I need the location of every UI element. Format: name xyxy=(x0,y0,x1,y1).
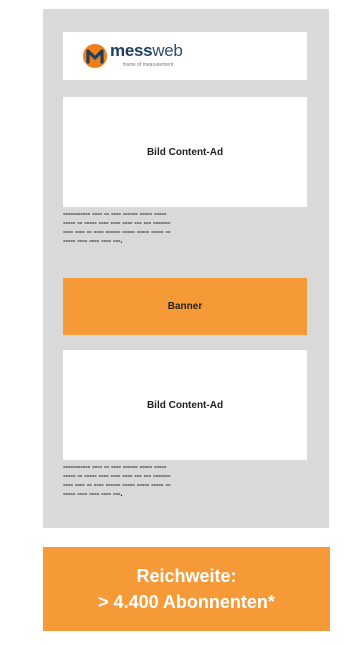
banner-label: Banner xyxy=(167,301,203,312)
teaser-1-line: ----------- ---- -- ---- ------ ----- --… xyxy=(63,209,167,218)
newsletter-mockup: messweb frame of measurement Bild Conten… xyxy=(43,9,329,528)
logo-brand-part2: web xyxy=(152,41,183,60)
content-ad-label-2: Bild Content-Ad xyxy=(146,399,224,411)
teaser-1-line: ----- ---- ---- ---- ---. xyxy=(63,236,123,245)
teaser-2-line: ----- -- ----- ---- ---- ---- --- --- --… xyxy=(63,471,171,480)
logo-header: messweb frame of measurement xyxy=(63,32,307,80)
teaser-2-line: ----------- ---- -- ---- ------ ----- --… xyxy=(63,462,167,471)
content-ad-placeholder-2: Bild Content-Ad xyxy=(63,350,307,460)
banner-placeholder: Banner xyxy=(63,278,307,335)
teaser-2-line: ---- ---- -- ---- ------ ----- ----- ---… xyxy=(63,480,171,489)
reach-subscriber-count: > 4.400 Abonnenten* xyxy=(98,592,275,612)
logo-brand-part1: mess xyxy=(110,41,153,60)
logo-wordmark: messweb xyxy=(110,42,183,60)
reach-callout: Reichweite: > 4.400 Abonnenten* xyxy=(43,547,330,631)
content-ad-placeholder-1: Bild Content-Ad xyxy=(63,97,307,207)
reach-heading: Reichweite: xyxy=(136,566,237,586)
messweb-m-logo-icon xyxy=(83,44,107,68)
teaser-text-2: ----------- ---- -- ---- ------ ----- --… xyxy=(63,462,309,498)
teaser-text-1: ----------- ---- -- ---- ------ ----- --… xyxy=(63,209,309,245)
teaser-2-line: ----- ---- ---- ---- ---. xyxy=(63,489,123,498)
teaser-1-line: ---- ---- -- ---- ------ ----- ----- ---… xyxy=(63,227,171,236)
teaser-1-line: ----- -- ----- ---- ---- ---- --- --- --… xyxy=(63,218,171,227)
logo-tagline: frame of measurement xyxy=(123,62,174,68)
newsletter-ad-mockup-page: messweb frame of measurement Bild Conten… xyxy=(0,0,350,645)
content-ad-label-1: Bild Content-Ad xyxy=(146,146,224,158)
